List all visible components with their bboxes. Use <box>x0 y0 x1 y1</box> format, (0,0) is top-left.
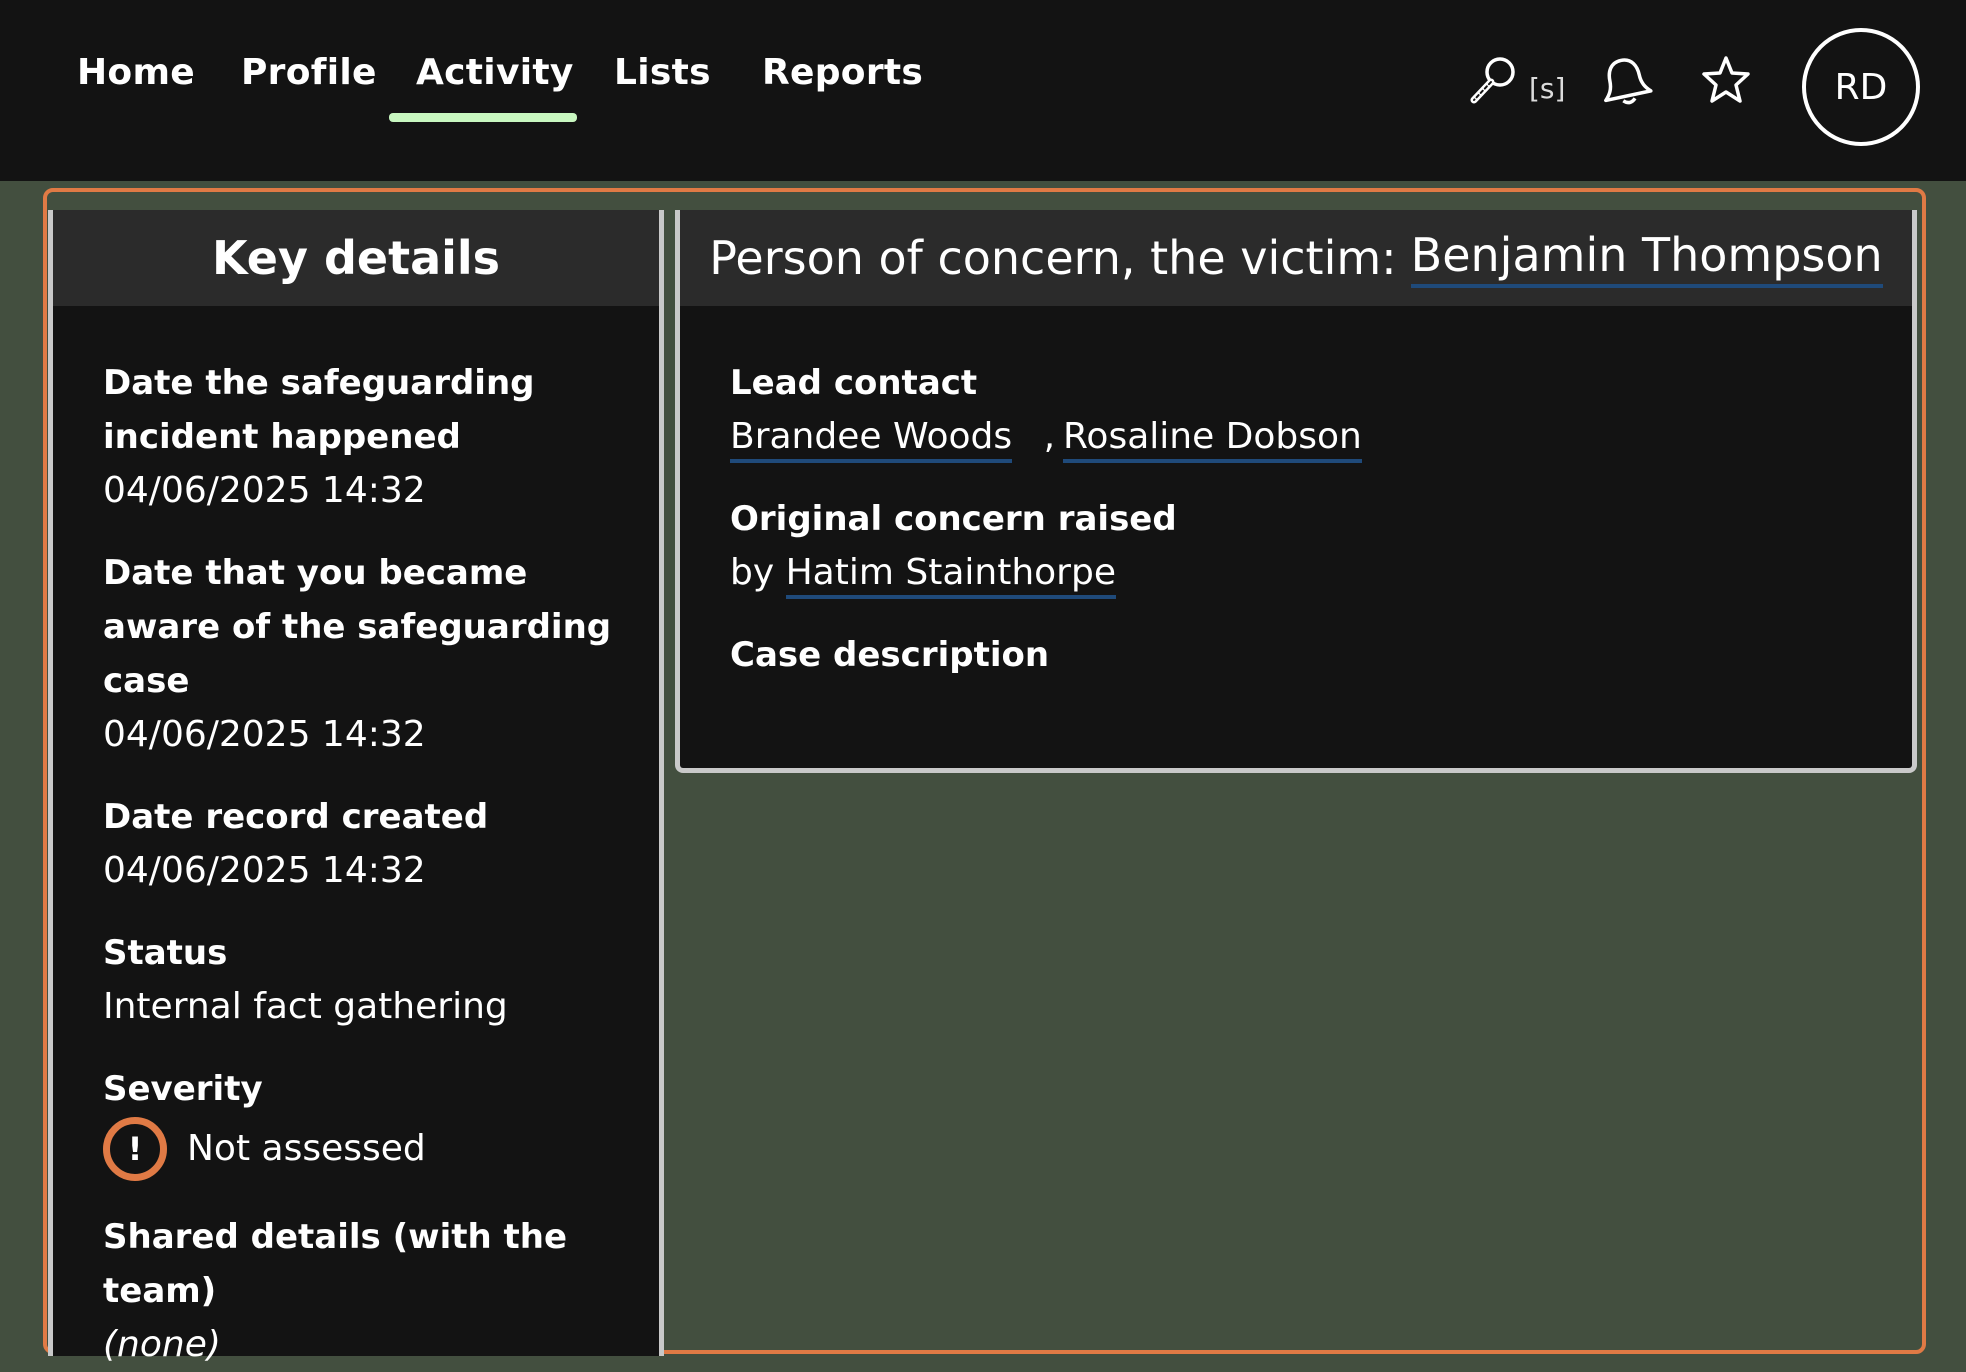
raised-by-link[interactable]: Hatim Stainthorpe <box>785 552 1116 599</box>
shared-details-label: Shared details (with the team) <box>103 1217 568 1311</box>
severity-row: ! Not assessed <box>103 1116 659 1182</box>
status-value: Internal fact gathering <box>103 986 508 1027</box>
lead-contact-link[interactable]: Brandee Woods <box>730 416 1013 463</box>
search-icon <box>1470 57 1515 104</box>
exclamation-icon: ! <box>103 1117 167 1181</box>
key-details-body: Date the safeguarding incident happened … <box>53 306 659 1372</box>
search-shortcut-hint: [s] <box>1529 72 1566 105</box>
nav-activity[interactable]: Activity <box>416 52 574 93</box>
nav-reports[interactable]: Reports <box>762 52 923 93</box>
aware-date-label: Date that you became aware of the safegu… <box>103 553 612 701</box>
favourites-button[interactable] <box>1698 54 1754 110</box>
raised-by-prefix: by <box>730 552 775 593</box>
lead-contact-label: Lead contact <box>730 363 978 403</box>
person-of-concern-body: Lead contact Brandee Woods , Rosaline Dob… <box>680 306 1912 682</box>
severity-value: Not assessed <box>187 1128 426 1169</box>
bell-icon <box>1604 58 1653 105</box>
created-date-label: Date record created <box>103 797 489 837</box>
key-details-panel: Key details Date the safeguarding incide… <box>48 210 664 1365</box>
severity-label: Severity <box>103 1069 263 1109</box>
person-of-concern-header: Person of concern, the victim: Benjamin … <box>680 210 1912 306</box>
lead-contact-separator: , <box>1043 416 1056 457</box>
lead-contact-list: Brandee Woods , Rosaline Dobson <box>730 410 1912 464</box>
person-of-concern-link[interactable]: Benjamin Thompson <box>1410 228 1883 288</box>
incident-date-label: Date the safeguarding incident happened <box>103 363 535 457</box>
original-concern-value: by Hatim Stainthorpe <box>730 546 1912 600</box>
active-tab-indicator <box>389 113 577 122</box>
nav-home[interactable]: Home <box>77 52 195 93</box>
notifications-button[interactable] <box>1594 54 1656 110</box>
star-icon <box>1702 56 1750 103</box>
nav-lists[interactable]: Lists <box>614 52 711 93</box>
shared-details-value: (none) <box>103 1324 221 1365</box>
aware-date-value: 04/06/2025 14:32 <box>103 714 426 755</box>
incident-date-value: 04/06/2025 14:32 <box>103 470 426 511</box>
person-of-concern-panel: Person of concern, the victim: Benjamin … <box>675 210 1917 773</box>
top-navigation-bar: Home Profile Activity Lists Reports [s] … <box>0 0 1966 181</box>
case-description-label: Case description <box>730 635 1050 675</box>
search-button[interactable] <box>1466 52 1522 112</box>
key-details-header: Key details <box>53 210 659 306</box>
nav-profile[interactable]: Profile <box>241 52 377 93</box>
original-concern-label: Original concern raised <box>730 499 1177 539</box>
user-avatar[interactable]: RD <box>1802 28 1920 146</box>
person-of-concern-heading: Person of concern, the victim: <box>709 231 1397 285</box>
key-details-title: Key details <box>211 231 501 285</box>
status-label: Status <box>103 933 228 973</box>
lead-contact-link[interactable]: Rosaline Dobson <box>1063 416 1362 463</box>
created-date-value: 04/06/2025 14:32 <box>103 850 426 891</box>
